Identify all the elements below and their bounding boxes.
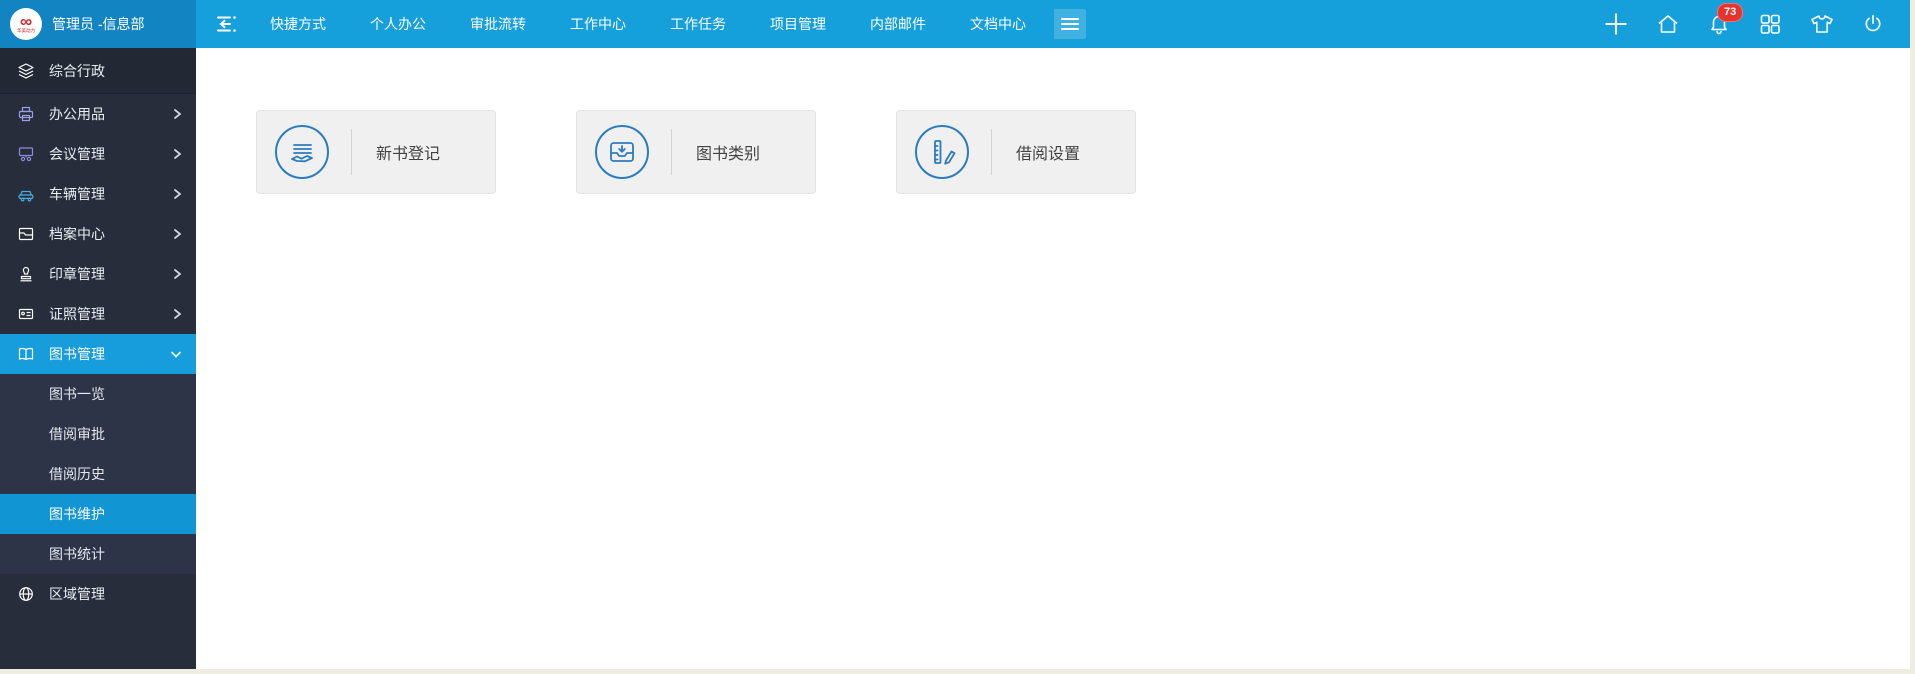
sidebar-item-general-admin[interactable]: 综合行政 bbox=[0, 48, 196, 94]
nav-item-internal-mail[interactable]: 内部邮件 bbox=[848, 0, 948, 48]
nav-item-personal[interactable]: 个人办公 bbox=[348, 0, 448, 48]
nav-item-projects[interactable]: 项目管理 bbox=[748, 0, 848, 48]
card-label: 新书登记 bbox=[376, 146, 441, 163]
chevron-right-icon bbox=[173, 188, 182, 200]
card-new-book-register[interactable]: 新书登记 bbox=[256, 110, 496, 194]
app-window: ∞ 华美动力 管理员 -信息部 快捷方式 个人办公 审批流转 工作中心 工作任务… bbox=[0, 0, 1910, 669]
sidebar-item-label: 综合行政 bbox=[49, 62, 105, 79]
submenu-item-borrow-approval[interactable]: 借阅审批 bbox=[0, 414, 196, 454]
sidebar-item-archive-center[interactable]: 档案中心 bbox=[0, 214, 196, 254]
sidebar-item-label: 车辆管理 bbox=[49, 186, 105, 202]
chevron-right-icon bbox=[173, 228, 182, 240]
borrow-settings-icon bbox=[915, 125, 969, 179]
app-grid-icon[interactable] bbox=[1758, 12, 1782, 36]
chevron-right-icon bbox=[173, 308, 182, 320]
sidebar-empty-space bbox=[0, 614, 196, 669]
nav-item-work-center[interactable]: 工作中心 bbox=[548, 0, 648, 48]
notification-count-badge: 73 bbox=[1717, 3, 1744, 22]
topbar-action-icons: 73 bbox=[1603, 3, 1884, 37]
submenu-item-book-overview[interactable]: 图书一览 bbox=[0, 374, 196, 414]
theme-shirt-icon[interactable] bbox=[1809, 12, 1835, 36]
power-logout-icon[interactable] bbox=[1862, 13, 1884, 35]
sidebar-item-label: 办公用品 bbox=[49, 106, 105, 122]
sidebar-item-label: 会议管理 bbox=[49, 146, 105, 162]
printer-icon bbox=[16, 105, 36, 123]
topbar: ∞ 华美动力 管理员 -信息部 快捷方式 个人办公 审批流转 工作中心 工作任务… bbox=[0, 0, 1910, 48]
card-label: 借阅设置 bbox=[1016, 146, 1081, 163]
hamburger-icon bbox=[1061, 17, 1079, 31]
sidebar-item-region-mgmt[interactable]: 区域管理 bbox=[0, 574, 196, 614]
card-borrow-settings[interactable]: 借阅设置 bbox=[896, 110, 1136, 194]
chevron-right-icon bbox=[173, 108, 182, 120]
chevron-right-icon bbox=[173, 148, 182, 160]
nav-more-menu-button[interactable] bbox=[1054, 9, 1086, 39]
card-divider bbox=[991, 129, 992, 175]
submenu-item-label: 图书维护 bbox=[49, 506, 105, 522]
id-card-icon bbox=[16, 305, 36, 323]
topbar-nav: 快捷方式 个人办公 审批流转 工作中心 工作任务 项目管理 内部邮件 文档中心 bbox=[196, 0, 1910, 48]
sidebar-item-label: 图书管理 bbox=[49, 346, 105, 362]
sidebar-item-vehicle-mgmt[interactable]: 车辆管理 bbox=[0, 174, 196, 214]
card-divider bbox=[671, 129, 672, 175]
company-logo: ∞ 华美动力 bbox=[10, 8, 42, 40]
sidebar-item-seal-mgmt[interactable]: 印章管理 bbox=[0, 254, 196, 294]
sidebar-item-book-mgmt[interactable]: 图书管理 bbox=[0, 334, 196, 374]
add-icon[interactable] bbox=[1603, 11, 1629, 37]
chevron-down-icon bbox=[170, 350, 182, 359]
sidebar-item-license-mgmt[interactable]: 证照管理 bbox=[0, 294, 196, 334]
book-mgmt-submenu: 图书一览 借阅审批 借阅历史 图书维护 图书统计 bbox=[0, 374, 196, 574]
function-cards: 新书登记 图书类别 借阅设置 bbox=[256, 110, 1910, 194]
sidebar-item-label: 区域管理 bbox=[49, 586, 105, 602]
logo-company-name: 华美动力 bbox=[16, 27, 35, 34]
submenu-item-label: 借阅审批 bbox=[49, 426, 105, 442]
topbar-brand-area: ∞ 华美动力 管理员 -信息部 bbox=[0, 0, 196, 48]
notifications-bell-icon[interactable]: 73 bbox=[1707, 3, 1744, 36]
sidebar-item-label: 印章管理 bbox=[49, 266, 105, 282]
projector-icon bbox=[16, 145, 36, 163]
submenu-item-book-maintenance[interactable]: 图书维护 bbox=[0, 494, 196, 534]
book-icon bbox=[16, 345, 36, 363]
submenu-item-label: 借阅历史 bbox=[49, 466, 105, 482]
submenu-item-borrow-history[interactable]: 借阅历史 bbox=[0, 454, 196, 494]
archive-icon bbox=[16, 225, 36, 243]
nav-item-doc-center[interactable]: 文档中心 bbox=[948, 0, 1048, 48]
layers-icon bbox=[16, 62, 36, 80]
main-nav: 快捷方式 个人办公 审批流转 工作中心 工作任务 项目管理 内部邮件 文档中心 bbox=[248, 0, 1048, 48]
sidebar-item-label: 档案中心 bbox=[49, 226, 105, 242]
stamp-icon bbox=[16, 265, 36, 283]
book-category-icon bbox=[595, 125, 649, 179]
sidebar: 综合行政 办公用品 会议管理 车辆管理 档案中心 印章管理 证照管理 图书管理 … bbox=[0, 48, 196, 669]
logo-infinity-symbol: ∞ bbox=[19, 11, 33, 31]
sidebar-item-meeting-mgmt[interactable]: 会议管理 bbox=[0, 134, 196, 174]
submenu-item-label: 图书一览 bbox=[49, 386, 105, 402]
submenu-item-book-statistics[interactable]: 图书统计 bbox=[0, 534, 196, 574]
globe-icon bbox=[16, 585, 36, 603]
chevron-right-icon bbox=[173, 268, 182, 280]
car-icon bbox=[16, 185, 36, 203]
nav-item-shortcuts[interactable]: 快捷方式 bbox=[248, 0, 348, 48]
sidebar-collapse-icon[interactable] bbox=[214, 13, 240, 35]
sidebar-item-label: 证照管理 bbox=[49, 306, 105, 322]
submenu-item-label: 图书统计 bbox=[49, 546, 105, 562]
card-label: 图书类别 bbox=[696, 146, 761, 163]
card-divider bbox=[351, 129, 352, 175]
home-icon[interactable] bbox=[1656, 12, 1680, 36]
main-content: 新书登记 图书类别 借阅设置 bbox=[196, 48, 1910, 669]
nav-item-approval-flow[interactable]: 审批流转 bbox=[448, 0, 548, 48]
sidebar-item-office-supplies[interactable]: 办公用品 bbox=[0, 94, 196, 134]
card-book-category[interactable]: 图书类别 bbox=[576, 110, 816, 194]
user-role-label: 管理员 -信息部 bbox=[52, 16, 145, 32]
new-book-icon bbox=[275, 125, 329, 179]
nav-item-work-tasks[interactable]: 工作任务 bbox=[648, 0, 748, 48]
